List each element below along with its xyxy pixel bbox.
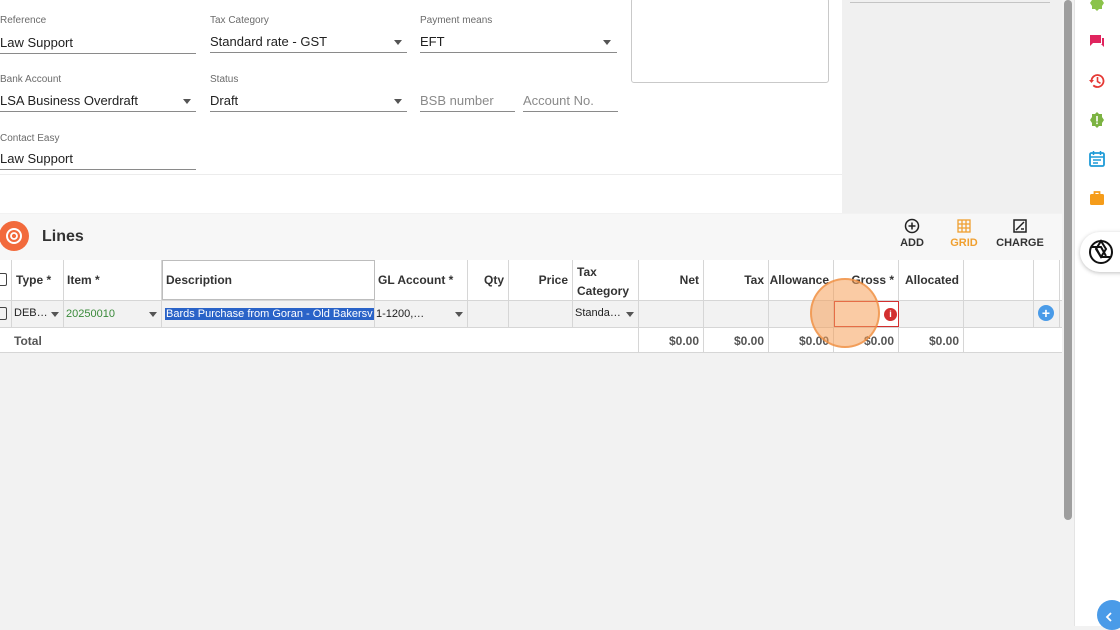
history-icon[interactable] bbox=[1088, 72, 1106, 90]
bank-account-label: Bank Account bbox=[0, 74, 62, 85]
empty-cell bbox=[964, 301, 1034, 327]
col-gl-account[interactable]: GL Account * bbox=[375, 260, 468, 300]
contact-label: Contact Easy bbox=[0, 133, 60, 144]
chevron-down-icon bbox=[603, 40, 611, 45]
row-checkbox[interactable] bbox=[0, 307, 7, 320]
grid-header-row: Type * Item * Description GL Account * Q… bbox=[0, 260, 1062, 301]
allocated-cell[interactable] bbox=[899, 301, 964, 327]
net-cell[interactable] bbox=[639, 301, 704, 327]
side-panel bbox=[842, 0, 1062, 213]
error-icon: i bbox=[884, 308, 897, 321]
add-row-icon[interactable]: + bbox=[1038, 305, 1054, 321]
tax-category-select[interactable]: Standard rate - GST bbox=[210, 31, 407, 53]
divider bbox=[0, 174, 842, 175]
chevron-down-icon bbox=[183, 99, 191, 104]
add-line-button[interactable]: ADD bbox=[882, 218, 942, 249]
charge-label: CHARGE bbox=[996, 237, 1044, 249]
chevron-down-icon bbox=[455, 312, 463, 317]
add-circle-icon bbox=[904, 218, 920, 234]
add-label: ADD bbox=[900, 237, 924, 249]
chevron-left-icon bbox=[1105, 612, 1112, 622]
col-qty[interactable]: Qty bbox=[468, 260, 509, 300]
description-cell[interactable]: Bards Purchase from Goran - Old Bakersv bbox=[162, 301, 375, 327]
gl-account-cell[interactable]: 1-1200,… bbox=[375, 301, 468, 327]
col-net[interactable]: Net bbox=[639, 260, 704, 300]
status-select[interactable]: Draft bbox=[210, 90, 407, 112]
chevron-down-icon bbox=[394, 40, 402, 45]
charge-button[interactable]: CHARGE bbox=[990, 218, 1050, 249]
badge-icon[interactable] bbox=[1088, 0, 1106, 12]
table-row[interactable]: DEB… 20250010 Bards Purchase from Goran … bbox=[0, 301, 1062, 328]
chevron-down-icon bbox=[626, 312, 634, 317]
col-tax-category[interactable]: Tax Category bbox=[573, 260, 639, 300]
col-price[interactable]: Price bbox=[509, 260, 573, 300]
bank-account-select[interactable]: LSA Business Overdraft bbox=[0, 90, 196, 112]
col-tax[interactable]: Tax bbox=[704, 260, 769, 300]
type-value: DEB… bbox=[14, 307, 48, 319]
price-cell[interactable] bbox=[509, 301, 573, 327]
alert-badge-icon[interactable] bbox=[1088, 111, 1106, 129]
bsb-number-field[interactable]: BSB number bbox=[420, 90, 515, 112]
actions-cell: + bbox=[1034, 301, 1060, 327]
gl-account-value: 1-1200,… bbox=[376, 308, 425, 320]
chat-icon[interactable] bbox=[1088, 33, 1106, 51]
status-label: Status bbox=[210, 74, 239, 85]
contact-field[interactable]: Law Support bbox=[0, 148, 196, 170]
charge-icon bbox=[1013, 219, 1027, 233]
payment-means-label: Payment means bbox=[420, 15, 493, 26]
reference-label: Reference bbox=[0, 15, 47, 26]
reference-field[interactable]: Law Support bbox=[0, 32, 196, 54]
chevron-down-icon bbox=[51, 312, 59, 317]
totals-row: Total $0.00 $0.00 $0.00 $0.00 $0.00 bbox=[0, 328, 1062, 353]
tax-category-value: Standa… bbox=[575, 307, 621, 319]
col-type[interactable]: Type * bbox=[12, 260, 64, 300]
divider bbox=[850, 2, 1050, 3]
grid-icon bbox=[957, 219, 971, 233]
row-select-cell bbox=[0, 301, 12, 327]
openai-icon bbox=[1089, 239, 1113, 264]
scrollbar-thumb[interactable] bbox=[1064, 0, 1072, 520]
notes-textarea[interactable] bbox=[631, 0, 829, 83]
grid-label: GRID bbox=[950, 237, 978, 249]
form-card: Reference Law Support Tax Category Stand… bbox=[0, 0, 842, 213]
right-icon-rail bbox=[1074, 0, 1120, 626]
item-value: 20250010 bbox=[66, 308, 115, 320]
item-cell[interactable]: 20250010 bbox=[64, 301, 162, 327]
total-net: $0.00 bbox=[639, 328, 704, 352]
select-all-checkbox[interactable] bbox=[0, 273, 7, 286]
lines-section-icon bbox=[0, 221, 29, 251]
click-indicator bbox=[810, 278, 880, 348]
description-value[interactable]: Bards Purchase from Goran - Old Bakersv bbox=[165, 308, 374, 320]
col-actions bbox=[1034, 260, 1060, 300]
total-tax: $0.00 bbox=[704, 328, 769, 352]
chevron-down-icon bbox=[394, 99, 402, 104]
tax-category-label: Tax Category bbox=[210, 15, 269, 26]
lines-title: Lines bbox=[42, 228, 84, 245]
assistant-tab[interactable] bbox=[1080, 232, 1120, 272]
col-empty bbox=[964, 260, 1034, 300]
col-description[interactable]: Description bbox=[162, 260, 375, 300]
calendar-icon[interactable] bbox=[1088, 150, 1106, 168]
select-all-cell bbox=[0, 260, 12, 300]
total-label: Total bbox=[0, 328, 639, 352]
briefcase-icon[interactable] bbox=[1088, 189, 1106, 207]
tax-cell[interactable] bbox=[704, 301, 769, 327]
chevron-down-icon bbox=[149, 312, 157, 317]
col-item[interactable]: Item * bbox=[64, 260, 162, 300]
col-allocated[interactable]: Allocated bbox=[899, 260, 964, 300]
grid-view-button[interactable]: GRID bbox=[934, 218, 994, 249]
account-number-field[interactable]: Account No. bbox=[523, 90, 618, 112]
qty-cell[interactable] bbox=[468, 301, 509, 327]
tax-category-cell[interactable]: Standa… bbox=[573, 301, 639, 327]
type-cell[interactable]: DEB… bbox=[12, 301, 64, 327]
payment-means-select[interactable]: EFT bbox=[420, 31, 617, 53]
total-allocated: $0.00 bbox=[899, 328, 964, 352]
